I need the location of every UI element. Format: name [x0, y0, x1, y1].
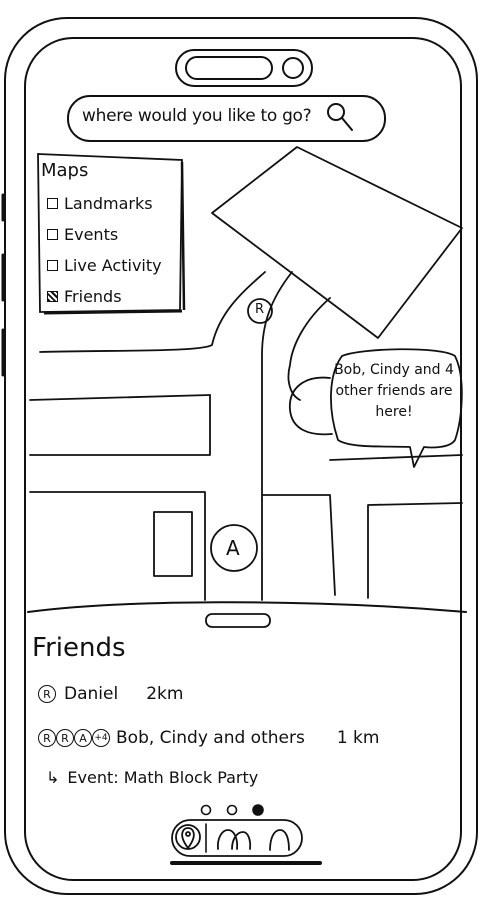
friend-pin-initial: R [255, 302, 265, 317]
search-icon[interactable] [327, 103, 353, 131]
camera-dot [282, 57, 304, 79]
map-layers-title: Maps [41, 160, 89, 181]
layer-label: Landmarks [64, 194, 153, 213]
map-block [153, 511, 193, 577]
friends-callout-text: Bob, Cindy and 4 other friends are here! [334, 362, 454, 420]
sheet-grabber[interactable] [205, 613, 271, 628]
layer-checkbox-checked[interactable] [47, 291, 58, 302]
friend-name: Bob, Cindy and others [116, 728, 305, 748]
speaker-slot [185, 56, 273, 80]
layer-option-friends[interactable]: Friends [47, 287, 122, 306]
layer-label: Friends [64, 287, 122, 306]
friend-distance: 2km [146, 684, 184, 704]
more-friends-badge: +4 [92, 729, 110, 747]
map-pin-icon[interactable] [175, 824, 201, 850]
layer-checkbox[interactable] [47, 260, 58, 271]
map-road [29, 491, 206, 601]
friend-avatar: R [38, 685, 56, 703]
layer-option-events[interactable]: Events [47, 225, 118, 244]
map-road [29, 394, 211, 401]
dynamic-island [175, 49, 313, 87]
page-dot[interactable] [200, 804, 212, 816]
map-road [261, 271, 293, 501]
people-icon[interactable] [216, 829, 252, 850]
friend-avatar: R [38, 729, 56, 747]
friends-sheet-title: Friends [32, 633, 126, 663]
map-block [211, 146, 463, 339]
layer-checkbox[interactable] [47, 198, 58, 209]
map-road [261, 494, 336, 596]
user-pin-initial: A [226, 536, 240, 560]
map-road [367, 502, 463, 599]
bottom-sheet-edge [27, 601, 467, 613]
friend-row-daniel[interactable]: R Daniel 2km [38, 684, 183, 704]
phone-outer-frame [4, 17, 478, 895]
map-road [287, 297, 331, 401]
friend-distance: 1 km [336, 728, 380, 748]
page-dot-active[interactable] [252, 804, 264, 816]
map-road [329, 454, 463, 461]
layer-label: Live Activity [64, 256, 162, 275]
sub-item-arrow-icon: ↳ [46, 768, 60, 787]
search-input[interactable]: where would you like to go? [82, 106, 312, 126]
layer-option-landmarks[interactable]: Landmarks [47, 194, 153, 213]
person-icon[interactable] [269, 829, 290, 851]
layer-checkbox[interactable] [47, 229, 58, 240]
map-road [29, 394, 211, 456]
friend-avatar: R [56, 729, 74, 747]
layer-option-live-activity[interactable]: Live Activity [47, 256, 162, 275]
friend-row-group[interactable]: R R A +4 Bob, Cindy and others 1 km [38, 728, 379, 748]
layer-label: Events [64, 225, 119, 244]
friend-event-row[interactable]: ↳ Event: Math Block Party [46, 768, 258, 787]
event-name: Event: Math Block Party [67, 768, 259, 787]
friend-avatar-group: R R A +4 [38, 729, 110, 747]
friend-avatar: A [74, 729, 92, 747]
friend-name: Daniel [64, 684, 119, 704]
map-road [289, 376, 333, 436]
page-dot[interactable] [226, 804, 238, 816]
